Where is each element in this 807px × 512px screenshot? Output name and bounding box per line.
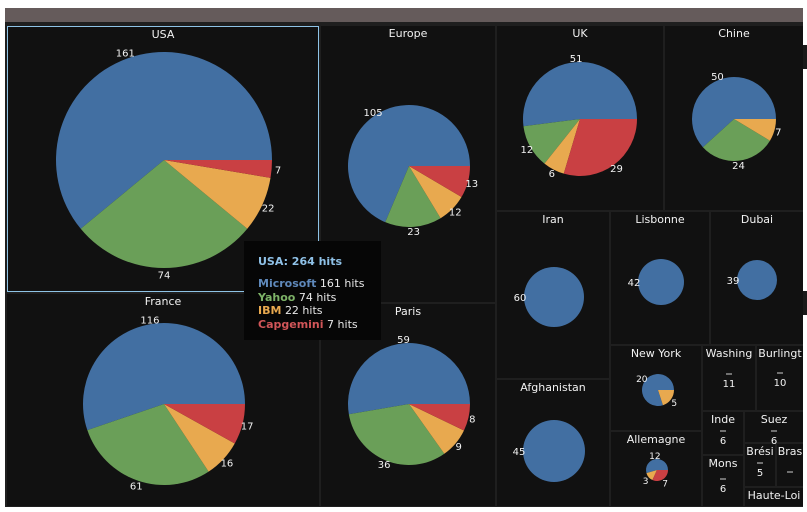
cell-title: USA: [151, 28, 175, 41]
cell-title: Bras: [777, 445, 803, 458]
treemap-cell-inde[interactable]: Inde: [703, 412, 743, 454]
treemap-cell-washing[interactable]: Washing: [703, 346, 755, 410]
tooltip-series-value: 22 hits: [284, 304, 323, 317]
treemap-cell-iran[interactable]: Iran: [497, 212, 609, 378]
tooltip-series-value: 161 hits: [319, 277, 365, 290]
tooltip-series-name: Microsoft: [258, 277, 317, 290]
tooltip-series-name: Capgemini: [258, 317, 324, 331]
tooltip: USA: 264 hits Microsoft 161 hits Yahoo 7…: [244, 241, 381, 340]
treemap-cell-haute-loi[interactable]: Haute-Loi: [745, 488, 803, 506]
cell-title: Inde: [711, 413, 735, 426]
tooltip-row-ibm: IBM 22 hits: [258, 304, 381, 318]
tooltip-title: USA: 264 hits: [258, 255, 342, 268]
treemap-cell-lisbonne[interactable]: Lisbonne: [611, 212, 709, 344]
cell-title: Iran: [542, 213, 564, 226]
treemap-cell-dubai[interactable]: Dubai: [711, 212, 803, 344]
cell-title: Europe: [388, 27, 428, 40]
treemap-cell-br-si[interactable]: Brési: [745, 444, 775, 486]
cell-title: UK: [572, 27, 588, 40]
treemap-cell-suez[interactable]: Suez: [745, 412, 803, 442]
cell-title: Allemagne: [626, 433, 686, 446]
header-bar: [5, 8, 803, 22]
treemap-cell-allemagne[interactable]: Allemagne: [611, 432, 701, 506]
tooltip-row-microsoft: Microsoft 161 hits: [258, 277, 381, 291]
cell-title: Washing: [705, 347, 753, 360]
treemap-cell-chine[interactable]: Chine: [665, 26, 803, 210]
tooltip-row-capgemini: Capgemini 7 hits: [258, 318, 381, 332]
tooltip-row-yahoo: Yahoo 74 hits: [258, 291, 381, 305]
treemap-cell-new-york[interactable]: New York: [611, 346, 701, 430]
cell-title: Chine: [718, 27, 750, 40]
cell-title: Lisbonne: [635, 213, 685, 226]
cell-title: Mons: [708, 457, 738, 470]
treemap-cell-mons[interactable]: Mons: [703, 456, 743, 506]
treemap-cell-afghanistan[interactable]: Afghanistan: [497, 380, 609, 506]
tooltip-series-name: Yahoo: [258, 290, 296, 304]
treemap-cell-uk[interactable]: UK: [497, 26, 663, 210]
cell-title: Burlingt: [758, 347, 802, 360]
treemap-cell-bras[interactable]: Bras: [777, 444, 803, 486]
cell-title: Brési: [746, 445, 774, 458]
treemap-cell-burlingt[interactable]: Burlingt: [757, 346, 803, 410]
scroll-marker: [803, 291, 807, 315]
scroll-marker: [803, 45, 807, 69]
tooltip-series-value: 74 hits: [298, 290, 337, 304]
tooltip-series-value: 7 hits: [327, 317, 358, 331]
cell-title: New York: [630, 347, 682, 360]
tooltip-series-name: IBM: [258, 304, 282, 317]
cell-title: Suez: [760, 413, 788, 426]
cell-title: Dubai: [740, 213, 774, 226]
cell-title: Afghanistan: [520, 381, 586, 394]
cell-title: Haute-Loi: [747, 489, 801, 502]
